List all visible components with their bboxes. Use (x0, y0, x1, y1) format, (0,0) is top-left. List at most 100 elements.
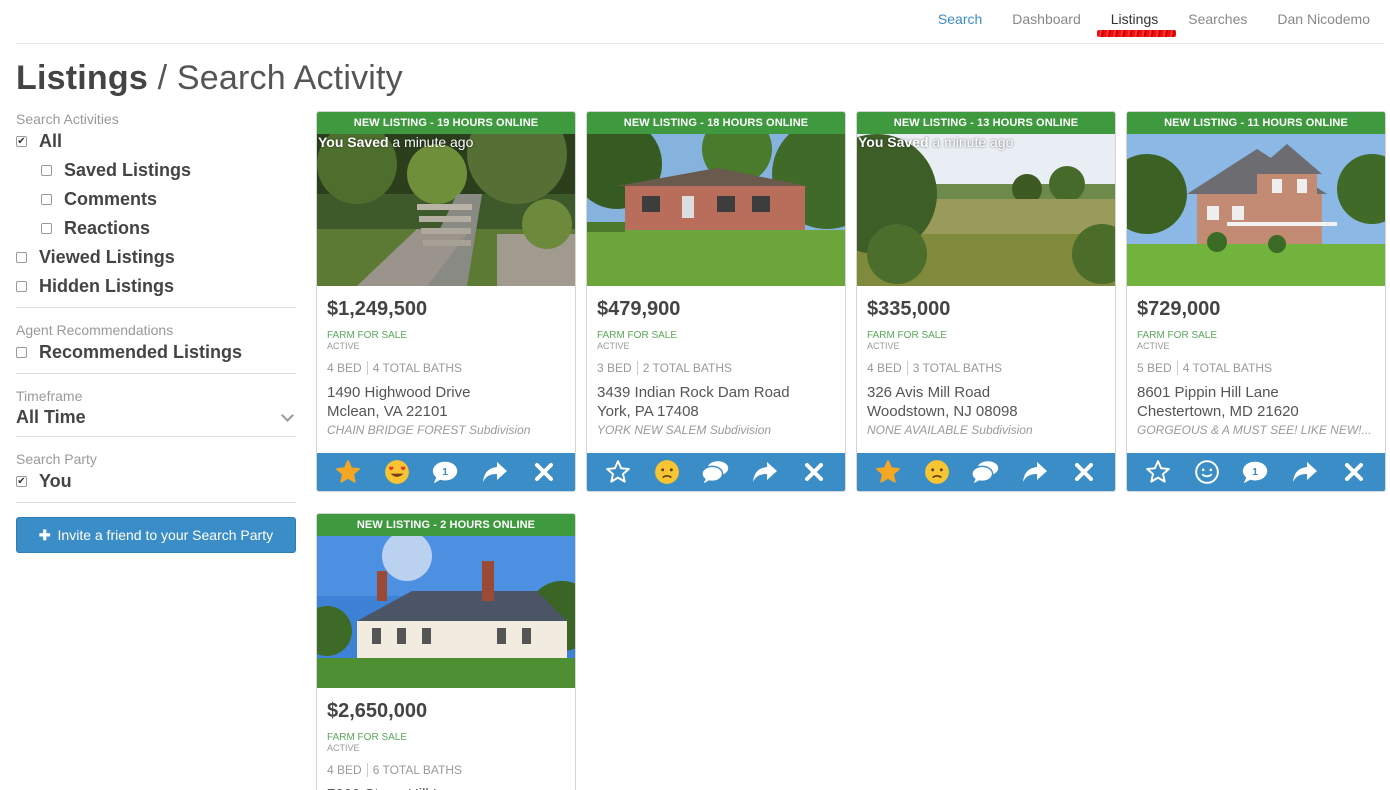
filter-recommended-listings[interactable]: Recommended Listings (16, 338, 296, 367)
listing-baths: 6 TOTAL BATHS (372, 763, 463, 777)
star-icon[interactable] (873, 457, 903, 487)
comment-icon[interactable] (701, 457, 731, 487)
filter-all[interactable]: ✔ All (16, 127, 296, 156)
checkbox[interactable] (16, 252, 27, 263)
sad-reaction-icon[interactable] (652, 457, 682, 487)
heart-eyes-reaction-icon[interactable] (382, 457, 412, 487)
checkbox[interactable] (41, 223, 52, 234)
listing-address[interactable]: 8601 Pippin Hill Lane Chestertown, MD 216… (1137, 383, 1385, 421)
filter-reactions[interactable]: Reactions (16, 214, 296, 243)
listing-card[interactable]: NEW LISTING - 11 HOURS ONLINE $729,000 F… (1126, 111, 1386, 492)
search-party-label: Search Party (16, 451, 97, 467)
checkbox[interactable] (41, 194, 52, 205)
filter-label: All (39, 131, 63, 151)
listing-baths: 4 TOTAL BATHS (372, 361, 463, 375)
listing-actions-bar: 1 (317, 453, 575, 491)
listing-photo[interactable]: You Saved a minute ago (317, 134, 575, 286)
close-icon[interactable] (1339, 457, 1369, 487)
saved-when: a minute ago (928, 134, 1014, 150)
share-icon[interactable] (480, 457, 510, 487)
smile-reaction-icon[interactable] (1192, 457, 1222, 487)
page-title-rest: / Search Activity (147, 59, 403, 97)
page-title-bold: Listings (16, 59, 148, 97)
checkbox[interactable] (16, 347, 27, 358)
checkbox[interactable]: ✔ (16, 476, 27, 487)
timeframe-select[interactable]: All Time (16, 404, 296, 430)
new-listing-banner: NEW LISTING - 2 HOURS ONLINE (317, 514, 575, 536)
address-line-1: 1490 Highwood Drive (327, 384, 471, 401)
divider (16, 307, 296, 308)
listing-address[interactable]: 7000 Stone Hill Lane (327, 785, 575, 790)
close-icon[interactable] (1069, 457, 1099, 487)
listing-subdivision: GORGEOUS & A MUST SEE! LIKE NEW!... (1137, 423, 1372, 437)
nav-searches-link[interactable]: Searches (1188, 11, 1247, 27)
comment-count: 1 (442, 467, 448, 478)
listing-type: FARM FOR SALE (1137, 330, 1218, 341)
listing-specs: 4 BED 4 TOTAL BATHS (327, 361, 575, 375)
sad-reaction-icon[interactable] (922, 457, 952, 487)
close-icon[interactable] (799, 457, 829, 487)
listing-card[interactable]: NEW LISTING - 2 HOURS ONLINE $2,650,000 … (316, 513, 576, 790)
listing-address[interactable]: 1490 Highwood Drive Mclean, VA 22101 (327, 383, 575, 421)
listing-card[interactable]: NEW LISTING - 19 HOURS ONLINE You Saved … (316, 111, 576, 492)
filter-label: Hidden Listings (39, 276, 174, 296)
address-line-2: Woodstown, NJ 08098 (867, 403, 1018, 420)
party-member-label: You (39, 471, 72, 491)
nav-listings-label: Listings (1110, 11, 1159, 27)
filter-comments[interactable]: Comments (16, 185, 296, 214)
star-icon[interactable] (333, 457, 363, 487)
nav-listings-link[interactable]: Listings (1096, 11, 1177, 37)
nav-user-link[interactable]: Dan Nicodemo (1277, 11, 1370, 27)
listing-price: $335,000 (867, 298, 951, 320)
filter-hidden-listings[interactable]: Hidden Listings (16, 272, 296, 301)
listing-type: FARM FOR SALE (597, 330, 678, 341)
filter-viewed-listings[interactable]: Viewed Listings (16, 243, 296, 272)
divider (16, 436, 296, 437)
checkbox[interactable] (16, 281, 27, 292)
listing-photo[interactable] (1127, 134, 1385, 286)
listing-price: $1,249,500 (327, 298, 428, 320)
spec-separator (906, 361, 908, 375)
filter-label: Saved Listings (64, 160, 192, 180)
share-icon[interactable] (1290, 457, 1320, 487)
address-line-2: Chestertown, MD 21620 (1137, 403, 1299, 420)
invite-friend-button[interactable]: ✚ Invite a friend to your Search Party (16, 517, 296, 553)
share-icon[interactable] (1020, 457, 1050, 487)
listing-type: FARM FOR SALE (867, 330, 948, 341)
filter-label: Comments (64, 189, 158, 209)
listing-photo[interactable] (587, 134, 845, 286)
listing-status: ACTIVE (867, 341, 900, 351)
filter-saved-listings[interactable]: Saved Listings (16, 156, 296, 185)
checkbox[interactable]: ✔ (16, 136, 27, 147)
party-member-you[interactable]: ✔ You (16, 467, 296, 496)
nav-dashboard-link[interactable]: Dashboard (1012, 11, 1081, 27)
close-icon[interactable] (529, 457, 559, 487)
filter-label: Viewed Listings (39, 247, 175, 267)
star-icon[interactable] (1143, 457, 1173, 487)
listing-photo[interactable] (317, 536, 575, 688)
nav-search-link[interactable]: Search (938, 11, 982, 27)
listing-beds: 3 BED (597, 361, 632, 375)
listing-card[interactable]: NEW LISTING - 18 HOURS ONLINE $479,900 F… (586, 111, 846, 492)
star-icon[interactable] (603, 457, 633, 487)
listing-beds: 5 BED (1137, 361, 1172, 375)
listing-status: ACTIVE (597, 341, 630, 351)
listing-beds: 4 BED (867, 361, 902, 375)
comment-icon[interactable]: 1 (1241, 457, 1271, 487)
address-line-1: 7000 Stone Hill Lane (327, 785, 575, 790)
listing-card[interactable]: NEW LISTING - 13 HOURS ONLINE You Saved … (856, 111, 1116, 492)
listing-specs: 3 BED 2 TOTAL BATHS (597, 361, 845, 375)
filter-label: Reactions (64, 218, 151, 238)
listing-address[interactable]: 326 Avis Mill Road Woodstown, NJ 08098 (867, 383, 1115, 421)
listing-beds: 4 BED (327, 361, 362, 375)
comment-icon[interactable] (971, 457, 1001, 487)
listing-address[interactable]: 3439 Indian Rock Dam Road York, PA 17408 (597, 383, 845, 421)
listing-specs: 5 BED 4 TOTAL BATHS (1137, 361, 1385, 375)
listing-photo[interactable]: You Saved a minute ago (857, 134, 1115, 286)
invite-label: Invite a friend to your Search Party (57, 526, 274, 543)
listing-status: ACTIVE (327, 341, 360, 351)
checkbox[interactable] (41, 165, 52, 176)
share-icon[interactable] (750, 457, 780, 487)
comment-icon[interactable]: 1 (431, 457, 461, 487)
timeframe-value: All Time (16, 406, 86, 427)
